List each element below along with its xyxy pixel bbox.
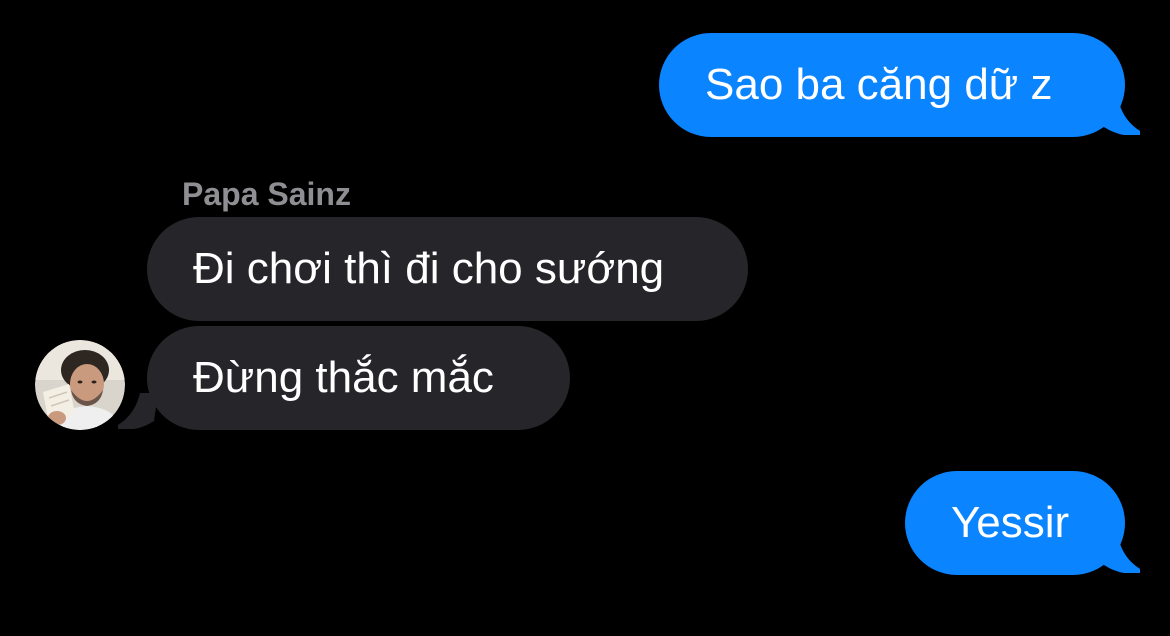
outgoing-bubble-tail-icon <box>1100 537 1140 573</box>
message-text: Yessir <box>951 498 1070 547</box>
message-text: Sao ba căng dữ z <box>705 60 1053 109</box>
contact-avatar[interactable] <box>35 340 125 430</box>
incoming-bubble-tail-icon <box>118 393 158 429</box>
outgoing-message-bubble[interactable]: Sao ba căng dữ z <box>659 33 1125 137</box>
message-text: Đừng thắc mắc <box>193 353 494 402</box>
incoming-message-bubble[interactable]: Đừng thắc mắc <box>147 326 570 430</box>
message-text: Đi chơi thì đi cho sướng <box>193 244 665 293</box>
incoming-message-bubble[interactable]: Đi chơi thì đi cho sướng <box>147 217 748 321</box>
sender-name: Papa Sainz <box>182 176 351 212</box>
contact-photo-icon <box>35 340 125 430</box>
outgoing-message-bubble[interactable]: Yessir <box>905 471 1125 575</box>
message-thread: Sao ba căng dữ z Papa Sainz Đi chơi thì … <box>0 0 1170 636</box>
outgoing-bubble-tail-icon <box>1100 99 1140 135</box>
